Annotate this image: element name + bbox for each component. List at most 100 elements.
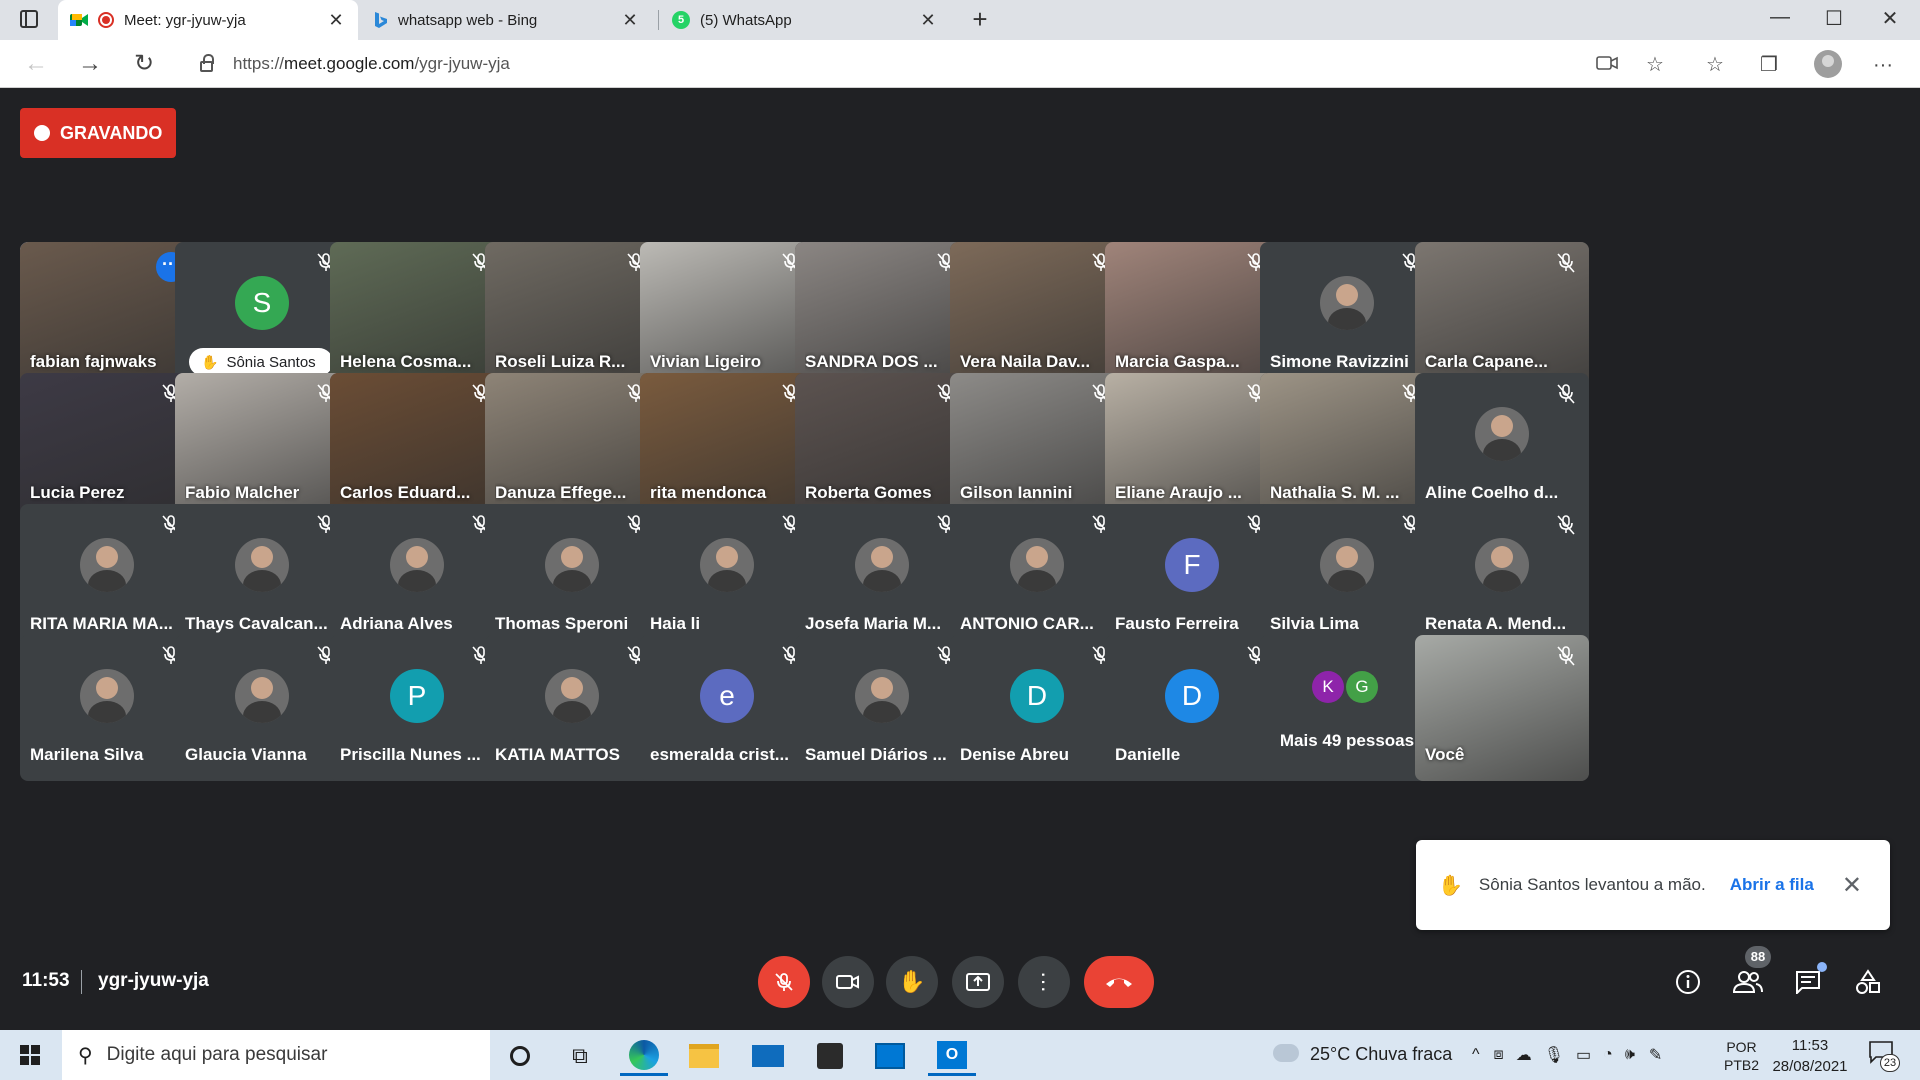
- tab-close-icon[interactable]: ✕: [918, 10, 938, 31]
- participant-tile[interactable]: RITA MARIA MA...: [20, 504, 194, 650]
- participant-tile[interactable]: Haia li: [640, 504, 814, 650]
- tab-close-icon[interactable]: ✕: [326, 10, 346, 31]
- close-notification-icon[interactable]: ✕: [1842, 871, 1862, 900]
- participant-tile[interactable]: ··· fabian fajnwaks: [20, 242, 194, 388]
- new-tab-button[interactable]: +: [965, 4, 995, 35]
- participant-tile[interactable]: Nathalia S. M. ...: [1260, 373, 1434, 519]
- address-bar[interactable]: https://meet.google.com/ygr-jyuw-yja: [180, 46, 1660, 82]
- participant-tile[interactable]: Roseli Luiza R...: [485, 242, 659, 388]
- participant-tile[interactable]: e esmeralda crist...: [640, 635, 814, 781]
- add-favorite-icon[interactable]: ☆: [1642, 52, 1668, 78]
- more-options-button[interactable]: ···: [1018, 956, 1070, 1008]
- participant-tile[interactable]: Helena Cosma...: [330, 242, 504, 388]
- window-close-button[interactable]: ✕: [1870, 6, 1910, 31]
- file-explorer-icon[interactable]: [680, 1036, 728, 1076]
- participant-tile[interactable]: ANTONIO CAR...: [950, 504, 1124, 650]
- mic-off-icon: [1555, 383, 1577, 405]
- participant-tile[interactable]: Adriana Alves: [330, 504, 504, 650]
- favorites-icon[interactable]: ☆: [1702, 52, 1728, 78]
- participant-tile[interactable]: Vera Naila Dav...: [950, 242, 1124, 388]
- participant-tile[interactable]: Danuza Effege...: [485, 373, 659, 519]
- wifi-icon[interactable]: ◔: [1603, 1046, 1613, 1064]
- task-view-icon[interactable]: ⧉: [556, 1036, 604, 1076]
- forward-arrow-icon[interactable]: →: [74, 48, 106, 80]
- participant-tile[interactable]: Silvia Lima: [1260, 504, 1434, 650]
- mail-icon[interactable]: [744, 1036, 792, 1076]
- camera-button[interactable]: [822, 956, 874, 1008]
- participant-tile[interactable]: K G Mais 49 pessoas: [1260, 635, 1434, 781]
- tab-close-icon[interactable]: ✕: [620, 10, 640, 31]
- participant-tile[interactable]: D Denise Abreu: [950, 635, 1124, 781]
- participant-tile[interactable]: Vivian Ligeiro: [640, 242, 814, 388]
- profile-avatar[interactable]: [1814, 50, 1842, 78]
- participant-name: ANTONIO CAR...: [960, 614, 1094, 633]
- volume-icon[interactable]: 🕪: [1625, 1046, 1635, 1064]
- participant-tile[interactable]: F Fausto Ferreira: [1105, 504, 1279, 650]
- participant-tile[interactable]: Renata A. Mend...: [1415, 504, 1589, 650]
- participant-tile[interactable]: rita mendonca: [640, 373, 814, 519]
- settings-more-icon[interactable]: ···: [1870, 52, 1896, 78]
- cortana-icon[interactable]: [496, 1036, 544, 1076]
- activities-button[interactable]: [1848, 962, 1888, 1002]
- microphone-icon[interactable]: 🎙: [1544, 1045, 1564, 1065]
- present-screen-button[interactable]: [952, 956, 1004, 1008]
- participant-tile[interactable]: S ✋ Sônia Santos: [175, 242, 349, 388]
- battery-icon[interactable]: ▭: [1576, 1045, 1591, 1065]
- people-button[interactable]: [1728, 962, 1768, 1002]
- onedrive-cloud-icon[interactable]: ☁: [1516, 1045, 1532, 1065]
- participant-tile[interactable]: Gilson Iannini: [950, 373, 1124, 519]
- maximize-button[interactable]: ☐: [1814, 6, 1854, 31]
- back-arrow-icon[interactable]: ←: [20, 48, 52, 80]
- app-window-icon[interactable]: [866, 1036, 914, 1076]
- participant-tile[interactable]: Carlos Eduard...: [330, 373, 504, 519]
- recording-badge: GRAVANDO: [20, 108, 176, 158]
- participant-tile[interactable]: D Danielle: [1105, 635, 1279, 781]
- weather-text[interactable]: 25°C Chuva fraca: [1310, 1044, 1452, 1065]
- open-queue-link[interactable]: Abrir a fila: [1730, 875, 1814, 895]
- participant-tile[interactable]: Marcia Gaspa...: [1105, 242, 1279, 388]
- tab-bing[interactable]: whatsapp web - Bing ✕: [362, 0, 652, 40]
- participant-tile[interactable]: Thays Cavalcan...: [175, 504, 349, 650]
- minimize-button[interactable]: —: [1760, 6, 1800, 29]
- store-icon[interactable]: [806, 1036, 854, 1076]
- tab-meet[interactable]: Meet: ygr-jyuw-yja ✕: [58, 0, 358, 40]
- clock-date[interactable]: 11:53 28/08/2021: [1768, 1035, 1852, 1077]
- pen-icon[interactable]: ✎: [1649, 1045, 1662, 1065]
- mic-off-button[interactable]: [758, 956, 810, 1008]
- participant-avatar: G: [1346, 671, 1378, 703]
- taskbar-search-box[interactable]: ⚲ Digite aqui para pesquisar: [62, 1030, 490, 1080]
- collections-icon[interactable]: ❐: [1756, 52, 1782, 78]
- participant-tile[interactable]: Marilena Silva: [20, 635, 194, 781]
- participant-tile[interactable]: P Priscilla Nunes ...: [330, 635, 504, 781]
- hand-icon: ✋: [898, 969, 926, 994]
- participant-tile[interactable]: Simone Ravizzini: [1260, 242, 1434, 388]
- edge-browser-icon[interactable]: [620, 1036, 668, 1076]
- participant-tile[interactable]: Fabio Malcher: [175, 373, 349, 519]
- participant-tile[interactable]: Samuel Diários ...: [795, 635, 969, 781]
- meet-tray-icon[interactable]: ⧈: [1494, 1046, 1504, 1064]
- participant-tile[interactable]: SANDRA DOS ...: [795, 242, 969, 388]
- raise-hand-button[interactable]: ✋: [886, 956, 938, 1008]
- participant-tile[interactable]: Aline Coelho d...: [1415, 373, 1589, 519]
- outlook-icon[interactable]: O: [928, 1036, 976, 1076]
- participant-tile[interactable]: KATIA MATTOS: [485, 635, 659, 781]
- tab-whatsapp[interactable]: 5 (5) WhatsApp ✕: [660, 0, 950, 40]
- windows-start-icon[interactable]: [20, 1045, 40, 1065]
- participant-tile[interactable]: Josefa Maria M...: [795, 504, 969, 650]
- language-indicator[interactable]: POR PTB2: [1724, 1038, 1759, 1074]
- participant-tile[interactable]: Roberta Gomes: [795, 373, 969, 519]
- reload-icon[interactable]: ↻: [128, 48, 160, 80]
- participant-name: Gilson Iannini: [960, 483, 1073, 502]
- meeting-details-button[interactable]: [1668, 962, 1708, 1002]
- participant-tile[interactable]: Você: [1415, 635, 1589, 781]
- participant-tile[interactable]: Lucia Perez: [20, 373, 194, 519]
- leave-call-button[interactable]: [1084, 956, 1154, 1008]
- camera-in-use-icon[interactable]: [1594, 52, 1620, 78]
- participant-tile[interactable]: Thomas Speroni: [485, 504, 659, 650]
- participant-tile[interactable]: Carla Capane...: [1415, 242, 1589, 388]
- chevron-up-icon[interactable]: ^: [1472, 1046, 1480, 1064]
- participant-tile[interactable]: Eliane Araujo ...: [1105, 373, 1279, 519]
- vertical-tabs-icon[interactable]: [20, 10, 38, 28]
- participant-name: Thays Cavalcan...: [185, 614, 328, 633]
- participant-tile[interactable]: Glaucia Vianna: [175, 635, 349, 781]
